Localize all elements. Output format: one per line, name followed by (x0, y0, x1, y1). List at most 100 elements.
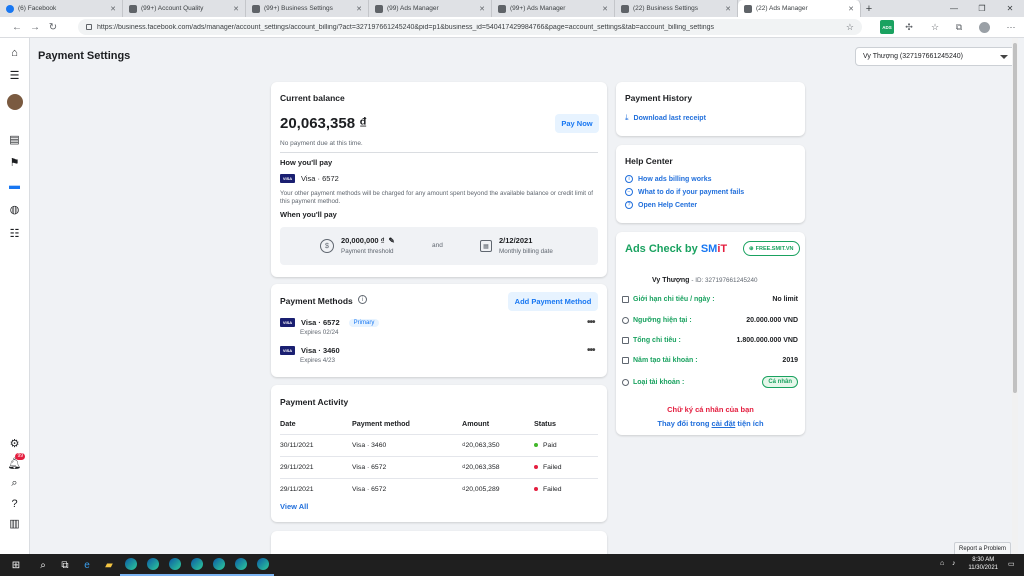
edge-icon[interactable] (230, 554, 252, 576)
plus-icon: ⊕ (749, 245, 754, 252)
edit-icon[interactable]: ✎ (388, 236, 394, 245)
profile-avatar[interactable] (977, 20, 991, 34)
star-icon[interactable]: ☆ (846, 22, 854, 33)
windows-start-icon[interactable]: ⊞ (0, 554, 32, 576)
new-tab-button[interactable]: + (861, 0, 877, 17)
scrollbar[interactable] (1012, 38, 1018, 554)
search-icon[interactable]: ⌕ (32, 554, 54, 576)
stat-key: Ngưỡng hiện tại : (633, 317, 692, 324)
column-header: Amount (462, 418, 490, 428)
panel-icon[interactable]: ▥ (7, 516, 22, 531)
close-icon[interactable]: ✕ (848, 5, 854, 13)
billing-icon[interactable]: ▬ (7, 178, 22, 193)
close-icon[interactable]: ✕ (110, 5, 116, 13)
campaigns-icon[interactable]: ▤ (7, 132, 22, 147)
stat-key: Năm tạo tài khoản : (633, 357, 698, 364)
flag-icon[interactable]: ⚑ (7, 155, 22, 170)
download-icon: ⤓ (625, 113, 629, 122)
change-settings-text: Thay đổi trong cài đặt tiện ích (616, 419, 805, 428)
status-text: Failed (543, 464, 562, 471)
info-icon: i (625, 175, 633, 183)
restore-icon[interactable]: ❐ (968, 0, 996, 17)
view-all-link[interactable]: View All (280, 502, 308, 511)
tab-label: (22) Business Settings (633, 5, 699, 12)
edge-icon[interactable] (252, 554, 274, 576)
pay-now-button[interactable]: Pay Now (555, 114, 599, 133)
edge-icon[interactable] (186, 554, 208, 576)
menu-icon[interactable]: ☰ (7, 68, 22, 83)
more-options-icon[interactable]: ••• (587, 345, 595, 356)
account-avatar[interactable] (7, 94, 23, 110)
favorites-icon[interactable]: ☆ (928, 20, 942, 34)
edge-icon[interactable] (120, 554, 142, 576)
browser-tab[interactable]: (99+) Business Settings ✕ (246, 0, 369, 17)
user-icon (622, 378, 629, 386)
close-icon[interactable]: ✕ (725, 5, 731, 13)
url-bar[interactable]: https://business.facebook.com/ads/manage… (78, 19, 862, 35)
volume-icon[interactable]: ♪ (952, 560, 956, 567)
url-text: https://business.facebook.com/ads/manage… (97, 23, 715, 31)
task-view-icon[interactable]: ⧉ (54, 554, 76, 576)
info-icon[interactable]: i (358, 295, 367, 304)
table-row[interactable]: 29/11/2021 Visa · 6572 ₫20,005,289 Faile… (280, 478, 598, 500)
download-receipt-link[interactable]: ⤓ Download last receipt (625, 113, 706, 123)
stat-value: 2019 (782, 357, 798, 364)
browser-tab[interactable]: (99+) Account Quality ✕ (123, 0, 246, 17)
close-icon[interactable]: ✕ (479, 5, 485, 13)
close-icon[interactable]: ✕ (233, 5, 239, 13)
scrollbar-thumb[interactable] (1013, 43, 1017, 393)
settings-link[interactable]: cài đặt (712, 419, 736, 428)
close-window-icon[interactable]: ✕ (996, 0, 1024, 17)
account-selector-value: Vy Thượng (327197661245240) (863, 53, 963, 60)
help-icon[interactable]: ? (7, 496, 22, 511)
edge-icon[interactable] (164, 554, 186, 576)
collections-icon[interactable]: ⧉ (952, 20, 966, 34)
table-row[interactable]: 30/11/2021 Visa · 3460 ₫20,063,350 Paid (280, 434, 598, 456)
gear-icon[interactable]: ⚙ (7, 436, 22, 451)
browser-tab-active[interactable]: (22) Ads Manager ✕ (738, 0, 861, 17)
user-id: - ID: 327197661245240 (691, 277, 758, 284)
free-smit-link[interactable]: ⊕ FREE.SMIT.VN (743, 241, 800, 256)
forward-icon[interactable]: → (26, 18, 44, 36)
and-text: and (432, 242, 443, 249)
close-icon[interactable]: ✕ (356, 5, 362, 13)
search-icon[interactable]: ⌕ (7, 476, 22, 491)
minimize-icon[interactable]: — (940, 0, 968, 17)
help-link[interactable]: ? Open Help Center (625, 201, 697, 209)
system-tray-icon[interactable]: ⌂ (940, 560, 944, 567)
cell-method: Visa · 3460 (352, 442, 387, 449)
ads-check-widget: Ads Check by SMiT ⊕ FREE.SMIT.VN Vy Thượ… (616, 232, 805, 435)
browser-tab[interactable]: (99+) Ads Manager ✕ (492, 0, 615, 17)
bell-icon[interactable]: 🔔︎ 99 (7, 453, 25, 471)
ie-icon[interactable]: e (76, 554, 98, 576)
help-link[interactable]: i How ads billing works (625, 175, 712, 183)
reload-icon[interactable]: ↻ (44, 18, 62, 36)
more-icon[interactable]: ⋯ (1004, 20, 1018, 34)
file-explorer-icon[interactable]: ▰ (98, 554, 120, 576)
help-link[interactable]: − What to do if your payment fails (625, 188, 744, 196)
payment-history-card: Payment History ⤓ Download last receipt (616, 82, 805, 136)
table-row[interactable]: 29/11/2021 Visa · 6572 ₫20,063,358 Faile… (280, 456, 598, 478)
browser-tab[interactable]: (6) Facebook ✕ (0, 0, 123, 17)
settings-list-icon[interactable]: ☷ (7, 226, 22, 241)
back-icon[interactable]: ← (8, 18, 26, 36)
system-clock[interactable]: 8:30 AM 11/30/2021 (968, 556, 998, 572)
browser-tab[interactable]: (22) Business Settings ✕ (615, 0, 738, 17)
more-options-icon[interactable]: ••• (587, 317, 595, 328)
card-title: Payment Activity (280, 397, 349, 407)
primary-badge: Primary (348, 318, 380, 327)
globe-icon[interactable]: ◍ (7, 202, 22, 217)
notification-center-icon[interactable]: ▭ (1008, 560, 1015, 568)
close-icon[interactable]: ✕ (602, 5, 608, 13)
home-icon[interactable]: ⌂ (7, 45, 22, 60)
tab-label: (99+) Account Quality (141, 5, 204, 12)
extensions-icon[interactable]: ✣ (902, 20, 916, 34)
browser-tab[interactable]: (99) Ads Manager ✕ (369, 0, 492, 17)
help-link-label: How ads billing works (638, 175, 712, 183)
ads-extension-icon[interactable]: ADS (880, 20, 894, 34)
add-payment-method-button[interactable]: Add Payment Method (508, 292, 598, 311)
account-selector[interactable]: Vy Thượng (327197661245240) (855, 47, 1016, 66)
edge-icon[interactable] (142, 554, 164, 576)
page-icon (375, 4, 383, 13)
edge-icon[interactable] (208, 554, 230, 576)
